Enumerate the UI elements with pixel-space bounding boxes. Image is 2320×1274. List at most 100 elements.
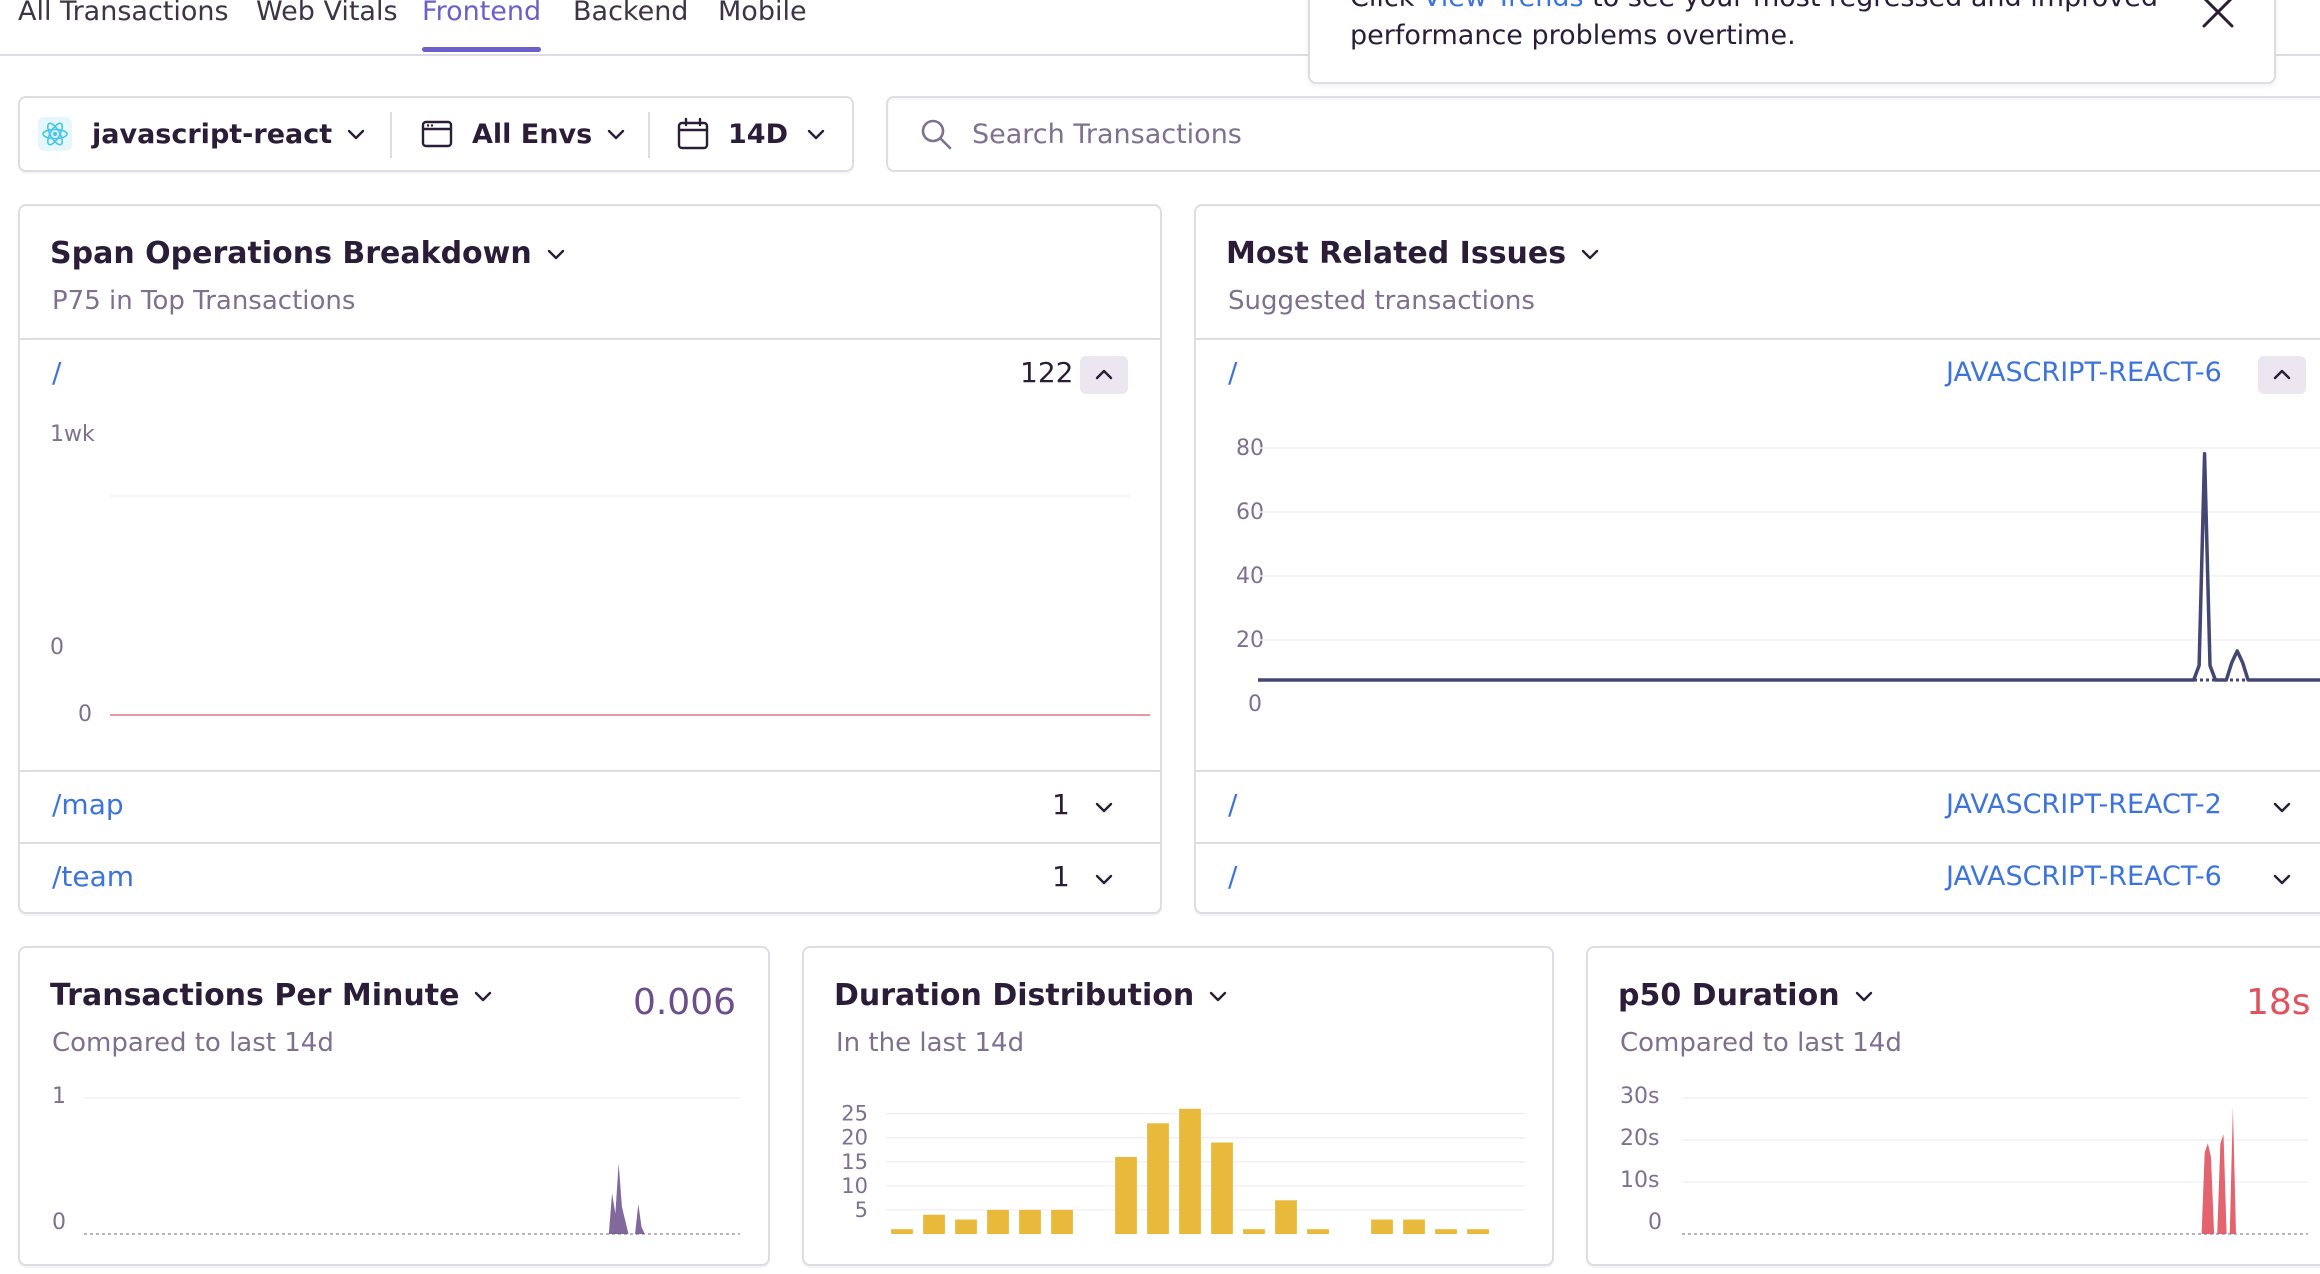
divider [20,842,1160,844]
y-tick: 15 [841,1150,868,1174]
divider [20,770,1160,772]
chevron-down-icon [607,129,625,140]
page-filter-bar: javascript-react All Envs 14D [18,96,854,172]
transaction-link[interactable]: / [1228,860,1237,893]
series-area [1682,1107,2308,1234]
histogram-bar [1115,1156,1137,1234]
histogram-bar [1243,1229,1265,1234]
histogram-bar [891,1229,913,1234]
chevron-down-icon [1210,991,1227,1001]
tab-frontend[interactable]: Frontend [422,0,542,52]
histogram-bar [987,1209,1009,1234]
filter-divider [390,112,392,158]
panel-title-text: Most Related Issues [1226,236,1567,271]
transaction-search [886,96,2320,172]
series-area [84,1163,740,1234]
y-tick: 20 [841,1126,868,1150]
toast-prefix: Click [1350,0,1423,13]
issue-link[interactable]: JAVASCRIPT-REACT-2 [1946,789,2222,820]
histogram-bar [923,1214,945,1234]
tab-web-vitals[interactable]: Web Vitals [256,0,398,52]
transaction-link[interactable]: / [52,356,61,389]
expand-toggle[interactable] [2258,860,2306,898]
chevron-down-icon [807,129,825,140]
transaction-link[interactable]: / [1228,356,1237,389]
close-icon[interactable] [2200,0,2236,30]
tpm-value: 0.006 [632,982,736,1023]
y-tick-0: 0 [50,635,64,660]
related-issues-title[interactable]: Most Related Issues [1226,236,1602,271]
expand-toggle[interactable] [2258,788,2306,826]
chevron-down-icon [1855,991,1872,1001]
panel-subtitle: In the last 14d [836,1028,1025,1058]
transaction-count: 122 [1020,356,1074,389]
histogram-bar [1275,1200,1297,1234]
panel-subtitle: P75 in Top Transactions [52,286,356,316]
chevron-up-icon [2273,369,2291,380]
window-icon [421,120,453,148]
p50-duration-title[interactable]: p50 Duration [1618,978,1876,1013]
react-icon [38,117,72,151]
histogram-bar [1051,1209,1073,1234]
panel-subtitle: Suggested transactions [1228,286,1535,316]
environment-selector[interactable]: All Envs [420,98,628,170]
divider [1196,770,2320,772]
date-range-label: 14D [728,118,788,150]
transaction-link[interactable]: /map [52,788,124,821]
histogram-bar [1147,1123,1169,1234]
panel-title-text: Duration Distribution [834,978,1195,1013]
issue-link[interactable]: JAVASCRIPT-REACT-6 [1946,357,2222,388]
chevron-down-icon [347,129,365,140]
collapse-toggle[interactable] [2258,356,2306,394]
transaction-link[interactable]: / [1228,788,1237,821]
issue-link[interactable]: JAVASCRIPT-REACT-6 [1946,861,2222,892]
y-tick: 25 [841,1102,868,1126]
panel-title-text: Transactions Per Minute [50,978,460,1013]
tab-all-transactions[interactable]: All Transactions [18,0,229,52]
environment-label: All Envs [472,118,593,150]
toast-message-line2: performance problems overtime. [1350,20,1796,51]
related-issues-panel: Most Related Issues Suggested transactio… [1194,204,2320,914]
histogram-bar [1467,1229,1489,1234]
date-range-selector[interactable]: 14D [676,98,828,170]
duration-histogram: 252015105 [841,1102,1526,1234]
trends-toast: Click View Trends to see your most regre… [1308,0,2276,84]
search-input[interactable] [972,118,1972,150]
chevron-down-icon [2273,874,2291,885]
transaction-link[interactable]: /team [52,860,134,893]
panel-title-text: p50 Duration [1618,978,1840,1013]
histogram-bar [1179,1108,1201,1234]
y-tick: 10 [841,1174,868,1198]
project-selector[interactable]: javascript-react [38,98,368,170]
duration-distribution-panel: Duration Distribution In the last 14d 25… [802,946,1554,1266]
tab-backend[interactable]: Backend [573,0,688,52]
expand-toggle[interactable] [1080,788,1128,826]
calendar-icon [677,117,709,150]
histogram-bar [1307,1229,1329,1234]
span-operations-panel: Span Operations Breakdown P75 in Top Tra… [18,204,1162,914]
zero-line [110,714,1150,716]
divider [1196,842,2320,844]
histogram-bar [1435,1229,1457,1234]
tpm-title[interactable]: Transactions Per Minute [50,978,495,1013]
series-line [1258,452,2320,682]
expand-toggle[interactable] [1080,860,1128,898]
filter-divider [648,112,650,158]
p50-chart [1682,1097,2308,1235]
tab-mobile[interactable]: Mobile [718,0,807,52]
collapse-toggle[interactable] [1080,356,1128,394]
y-tick: 5 [855,1198,868,1222]
view-trends-link[interactable]: View Trends [1423,0,1584,13]
panel-subtitle: Compared to last 14d [1620,1028,1902,1058]
project-name: javascript-react [92,118,333,150]
duration-distribution-title[interactable]: Duration Distribution [834,978,1230,1013]
tpm-panel: Transactions Per Minute 0.006 Compared t… [18,946,770,1266]
histogram-bar [955,1219,977,1234]
tpm-chart [84,1097,740,1235]
divider [1196,338,2320,340]
chevron-down-icon [1581,249,1599,259]
p50-duration-panel: p50 Duration 18s Compared to last 14d 30… [1586,946,2320,1266]
y-tick-zero: 0 [78,702,92,727]
toast-message: Click View Trends to see your most regre… [1350,0,2158,13]
span-operations-title[interactable]: Span Operations Breakdown [50,236,568,271]
